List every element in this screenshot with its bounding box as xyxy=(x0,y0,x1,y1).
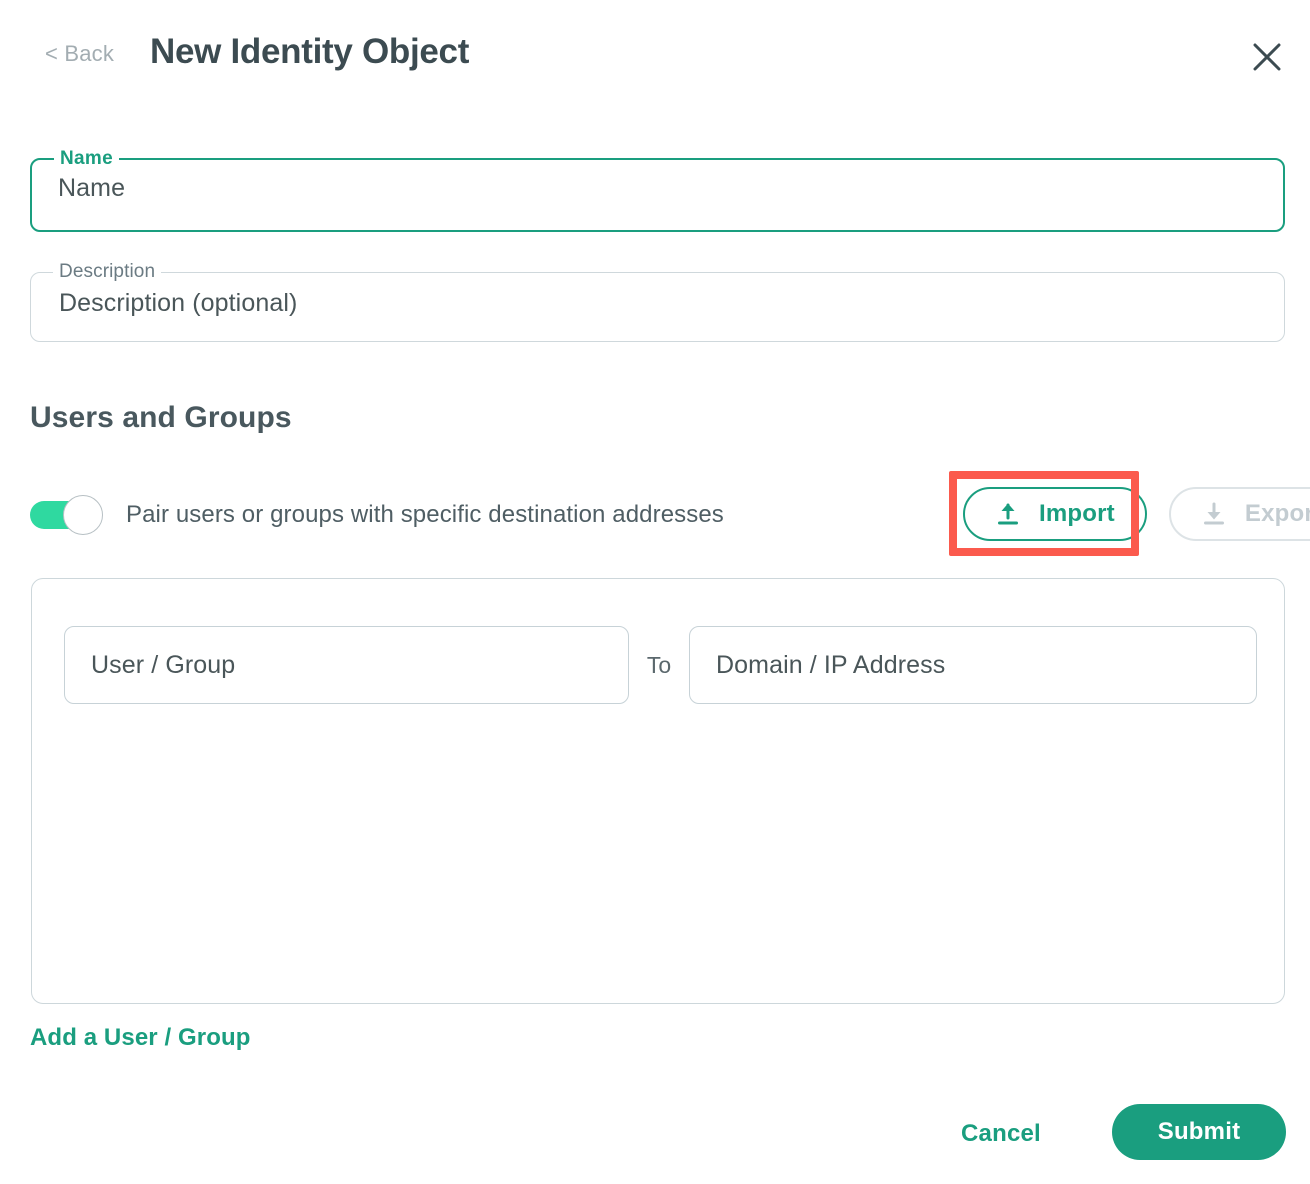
dialog-footer: Cancel Submit xyxy=(0,1104,1310,1184)
back-link[interactable]: < Back xyxy=(45,41,114,67)
pair-toggle-row: Pair users or groups with specific desti… xyxy=(30,492,724,538)
pair-toggle[interactable] xyxy=(30,492,103,538)
description-input[interactable]: Description (optional) xyxy=(31,283,1284,340)
upload-icon xyxy=(995,501,1021,527)
description-field[interactable]: Description Description (optional) xyxy=(30,261,1285,342)
pair-list-container: User / Group To Domain / IP Address xyxy=(31,578,1285,1004)
export-button: Export xyxy=(1168,487,1310,541)
import-button-label: Import xyxy=(1039,500,1115,527)
name-field-label: Name xyxy=(60,148,113,169)
submit-button[interactable]: Submit xyxy=(1112,1104,1286,1160)
close-icon xyxy=(1248,38,1286,76)
to-label: To xyxy=(646,651,672,678)
users-and-groups-heading: Users and Groups xyxy=(30,401,292,434)
new-identity-object-dialog: < Back New Identity Object Name Name Des… xyxy=(0,0,1310,1184)
description-field-label: Description xyxy=(59,261,156,282)
import-button[interactable]: Import xyxy=(963,487,1147,541)
pair-toggle-label: Pair users or groups with specific desti… xyxy=(126,501,724,528)
add-user-group-link[interactable]: Add a User / Group xyxy=(30,1024,251,1052)
dialog-header: < Back New Identity Object xyxy=(0,0,1310,114)
pair-row: User / Group To Domain / IP Address xyxy=(64,626,1257,704)
close-button[interactable] xyxy=(1248,38,1286,76)
user-group-input[interactable]: User / Group xyxy=(64,626,629,704)
toggle-knob xyxy=(63,495,103,535)
name-field[interactable]: Name Name xyxy=(30,148,1285,232)
domain-ip-input[interactable]: Domain / IP Address xyxy=(689,626,1257,704)
page-title: New Identity Object xyxy=(150,32,470,71)
export-button-label: Export xyxy=(1244,500,1310,527)
import-export-group: Import Export xyxy=(963,487,1310,541)
download-icon xyxy=(1201,501,1227,527)
name-input[interactable]: Name xyxy=(32,170,1283,225)
cancel-button[interactable]: Cancel xyxy=(961,1120,1041,1148)
